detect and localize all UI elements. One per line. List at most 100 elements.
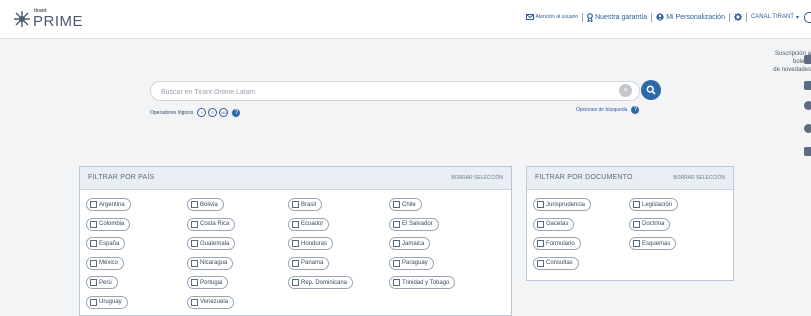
country-chip[interactable]: Perú — [86, 276, 118, 289]
document-chip[interactable]: Jurisprudencia — [533, 198, 592, 211]
operator-and-button[interactable]: Y — [197, 108, 207, 117]
country-chip[interactable]: Panamá — [288, 256, 330, 270]
search-options-link[interactable]: Opciones de búsqueda ? — [576, 106, 640, 114]
document-chip-label: Formulario — [546, 240, 575, 247]
country-chip-label: Paraguay — [402, 260, 428, 266]
country-chip[interactable]: Argentina — [86, 198, 131, 211]
checkbox-icon[interactable] — [537, 259, 544, 267]
checkbox-icon[interactable] — [537, 201, 544, 208]
help-icon[interactable]: ? — [631, 106, 640, 114]
country-chip[interactable]: Uruguay — [86, 295, 128, 309]
checkbox-icon[interactable] — [191, 298, 198, 306]
garantia-link[interactable]: Nuestra garantía — [587, 12, 648, 22]
document-chip[interactable]: Gacetas — [533, 217, 575, 231]
country-chip-label: El Salvador — [402, 221, 433, 227]
checkbox-icon[interactable] — [292, 259, 299, 267]
country-chip-label: Costa Rica — [200, 221, 230, 227]
document-chip[interactable]: Formulario — [533, 237, 581, 250]
checkbox-icon[interactable] — [191, 259, 198, 267]
document-icon[interactable] — [804, 147, 811, 156]
garantia-label: Nuestra garantía — [595, 13, 648, 21]
country-chip[interactable]: Guatemala — [187, 237, 236, 250]
country-chip-label: Bolivia — [200, 201, 218, 208]
help-icon[interactable]: ? — [232, 108, 241, 117]
checkbox-icon[interactable] — [537, 240, 544, 247]
newsletter-line-2: de novedades — [773, 67, 811, 73]
operator-or-button[interactable]: O — [208, 108, 218, 117]
checkbox-icon[interactable] — [292, 220, 299, 228]
checkbox-icon[interactable] — [90, 259, 97, 267]
checkbox-icon[interactable] — [393, 201, 400, 208]
country-chip[interactable]: Colombia — [86, 217, 131, 231]
canal-dropdown[interactable]: CANAL TIRANT ▾ — [751, 14, 799, 21]
checkbox-icon[interactable] — [90, 201, 97, 208]
country-chip[interactable]: México — [86, 256, 125, 270]
country-chip[interactable]: Chile — [389, 198, 422, 211]
tirant-prime-logo[interactable]: tirant PRIME — [13, 8, 85, 32]
newsletter-icon[interactable] — [804, 55, 811, 64]
country-filter-header: FILTRAR POR PAÍS BORRAR SELECCIÓN — [80, 167, 511, 190]
chevron-down-icon: ▾ — [795, 14, 799, 21]
checkbox-icon[interactable] — [393, 279, 400, 286]
country-chip[interactable]: Ecuador — [288, 217, 330, 231]
document-chip[interactable]: Esquemas — [629, 237, 677, 250]
personalizacion-link[interactable]: Mi Personalización — [656, 13, 725, 21]
checkbox-icon[interactable] — [191, 240, 198, 247]
document-chip-label: Jurisprudencia — [546, 201, 586, 208]
atencion-link[interactable]: Atención al usuario — [525, 14, 578, 20]
search-field-container — [150, 81, 640, 101]
country-chip[interactable]: Rep. Dominicana — [288, 276, 354, 289]
checkbox-icon[interactable] — [191, 220, 198, 228]
checkbox-icon[interactable] — [292, 240, 299, 247]
checkbox-icon[interactable] — [393, 259, 400, 267]
country-chip-label: España — [99, 240, 120, 247]
document-chip[interactable]: Legislación — [629, 198, 679, 211]
country-chip-label: Honduras — [301, 240, 328, 247]
checkbox-icon[interactable] — [633, 201, 640, 208]
document-chip-label: Legislación — [642, 201, 673, 208]
country-chip[interactable]: Bolivia — [187, 198, 224, 211]
checkbox-icon[interactable] — [292, 201, 299, 208]
checkbox-icon[interactable] — [90, 298, 97, 306]
checkbox-icon[interactable] — [393, 240, 400, 247]
checkbox-icon[interactable] — [90, 220, 97, 228]
country-chip[interactable]: Portugal — [187, 276, 229, 289]
more-icon[interactable] — [804, 11, 811, 23]
search-input[interactable] — [159, 84, 603, 100]
operators-label: Operadores lógicos — [150, 109, 194, 116]
search-tool-icon[interactable] — [804, 124, 811, 133]
country-chip[interactable]: Venezuela — [187, 295, 235, 309]
country-chip[interactable]: Nicaragua — [187, 256, 234, 270]
country-chip[interactable]: El Salvador — [389, 217, 439, 231]
document-chip[interactable]: Consultas — [533, 256, 579, 270]
clear-search-button[interactable]: × — [619, 84, 632, 97]
folder-icon[interactable] — [804, 81, 811, 90]
country-chip[interactable]: Costa Rica — [187, 217, 236, 231]
country-chip[interactable]: Honduras — [288, 237, 334, 250]
close-icon: × — [623, 87, 628, 94]
checkbox-icon[interactable] — [633, 240, 640, 247]
checkbox-icon[interactable] — [191, 279, 198, 286]
document-chip-label: Consultas — [546, 260, 573, 266]
checkbox-icon[interactable] — [537, 220, 544, 228]
document-clear-selection-button[interactable]: BORRAR SELECCIÓN — [673, 175, 725, 181]
checkbox-icon[interactable] — [633, 220, 640, 228]
search-button[interactable] — [641, 80, 661, 100]
checkbox-icon[interactable] — [90, 279, 97, 286]
country-chip[interactable]: Jamaica — [389, 237, 431, 250]
search-options-label: Opciones de búsqueda — [576, 107, 628, 113]
checkbox-icon[interactable] — [292, 279, 299, 286]
checkbox-icon[interactable] — [90, 240, 97, 247]
document-chip[interactable]: Doctrina — [629, 217, 671, 231]
checkbox-icon[interactable] — [191, 201, 198, 208]
chat-icon[interactable] — [804, 101, 811, 110]
country-chip[interactable]: Trinidad y Tobago — [389, 276, 456, 289]
country-clear-selection-button[interactable]: BORRAR SELECCIÓN — [451, 175, 503, 181]
settings-button[interactable] — [733, 13, 742, 21]
checkbox-icon[interactable] — [393, 220, 400, 228]
country-chip[interactable]: Paraguay — [389, 256, 434, 270]
country-chip[interactable]: España — [86, 237, 126, 250]
country-chip[interactable]: Brasil — [288, 198, 323, 211]
operator-not-button[interactable]: NO — [219, 108, 229, 117]
country-chip-label: Uruguay — [99, 299, 122, 305]
